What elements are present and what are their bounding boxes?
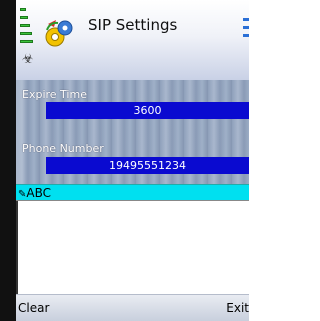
sip-settings-icon (45, 20, 73, 47)
expire-time-field[interactable]: 3600 (46, 102, 249, 119)
battery-icon (243, 18, 249, 44)
title-bar: ☣ SIP Settings (16, 0, 249, 80)
input-mode-label: ABC (26, 186, 51, 200)
sip-settings-screen: ☣ SIP Settings Expire Time 3600 Phone Nu… (16, 0, 249, 321)
text-entry-area[interactable] (16, 200, 249, 295)
phone-number-field[interactable]: 19495551234 (46, 157, 249, 174)
antenna-icon: ☣ (22, 52, 34, 67)
expire-time-label: Expire Time (22, 88, 87, 101)
phone-number-label: Phone Number (22, 142, 104, 155)
softkey-bar: Clear Exit (16, 294, 249, 321)
clear-softkey[interactable]: Clear (18, 301, 49, 315)
input-mode-bar: ✎ABC (16, 184, 249, 200)
phone-screen: ☣ SIP Settings Expire Time 3600 Phone Nu… (0, 0, 249, 321)
page-title: SIP Settings (88, 16, 178, 34)
settings-panel: Expire Time 3600 Phone Number 1949555123… (16, 80, 249, 184)
signal-strength-icon (20, 8, 34, 56)
exit-softkey[interactable]: Exit (226, 301, 249, 315)
device-bezel (0, 0, 16, 321)
text-cursor-edge (16, 201, 18, 295)
